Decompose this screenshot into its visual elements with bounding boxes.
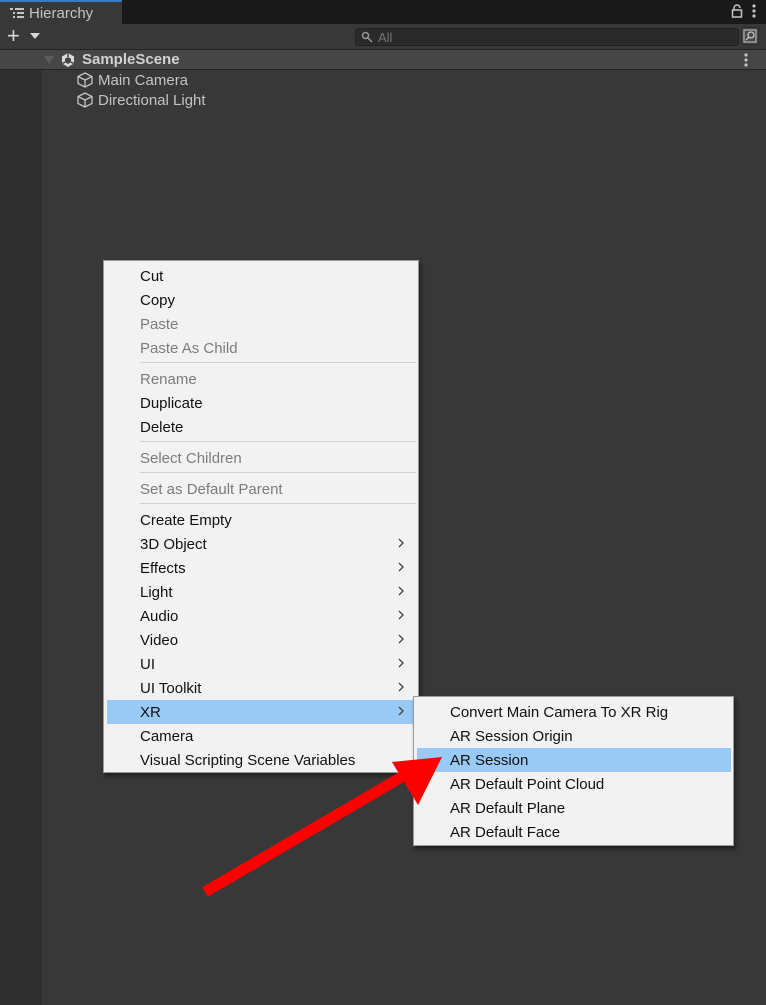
- menu-item-label: Effects: [140, 559, 186, 577]
- menu-item-label: 3D Object: [140, 535, 207, 553]
- submenu-item-ar-default-point-cloud[interactable]: AR Default Point Cloud: [417, 772, 731, 796]
- hierarchy-toolbar: +: [0, 24, 766, 50]
- chevron-right-icon: [398, 682, 404, 692]
- menu-item-xr[interactable]: XR: [107, 700, 415, 724]
- unity-scene-icon: [61, 53, 75, 67]
- menu-item-audio[interactable]: Audio: [107, 604, 415, 628]
- hierarchy-item-directional-light[interactable]: Directional Light: [76, 90, 206, 110]
- menu-separator: [140, 503, 416, 504]
- chevron-right-icon: [398, 562, 404, 572]
- menu-item-label: Select Children: [140, 449, 242, 467]
- hierarchy-list-icon: [10, 8, 24, 18]
- submenu-item-label: AR Session: [450, 751, 529, 769]
- chevron-right-icon: [398, 658, 404, 668]
- tab-title: Hierarchy: [29, 4, 94, 22]
- menu-item-label: Cut: [140, 267, 164, 285]
- submenu-item-label: AR Default Face: [450, 823, 561, 841]
- menu-item-duplicate[interactable]: Duplicate: [107, 391, 415, 415]
- search-scene-button[interactable]: [741, 27, 759, 45]
- hierarchy-item-label: Directional Light: [98, 91, 206, 109]
- context-menu: Cut Copy Paste Paste As Child Rename Dup…: [103, 260, 419, 773]
- chevron-right-icon: [398, 634, 404, 644]
- xr-submenu: Convert Main Camera To XR Rig AR Session…: [413, 696, 734, 846]
- menu-item-create-empty[interactable]: Create Empty: [107, 508, 415, 532]
- submenu-item-label: AR Session Origin: [450, 727, 573, 745]
- menu-item-label: Light: [140, 583, 173, 601]
- menu-item-label: Set as Default Parent: [140, 480, 283, 498]
- chevron-right-icon: [398, 610, 404, 620]
- chevron-right-icon: [398, 586, 404, 596]
- menu-item-rename: Rename: [107, 367, 415, 391]
- menu-item-delete[interactable]: Delete: [107, 415, 415, 439]
- menu-item-visual-scripting-scene-variables[interactable]: Visual Scripting Scene Variables: [107, 748, 415, 772]
- hierarchy-gutter: [0, 70, 42, 1005]
- window-tab-bar: Hierarchy: [0, 0, 766, 24]
- search-icon: [361, 31, 373, 43]
- menu-separator: [140, 441, 416, 442]
- submenu-item-ar-session-origin[interactable]: AR Session Origin: [417, 724, 731, 748]
- hierarchy-item-main-camera[interactable]: Main Camera: [76, 70, 188, 90]
- menu-item-light[interactable]: Light: [107, 580, 415, 604]
- submenu-item-ar-default-plane[interactable]: AR Default Plane: [417, 796, 731, 820]
- search-field[interactable]: [355, 28, 739, 46]
- chevron-right-icon: [398, 538, 404, 548]
- menu-item-label: UI: [140, 655, 155, 673]
- lock-icon[interactable]: [731, 4, 743, 18]
- scene-more-options-icon[interactable]: [744, 52, 748, 68]
- hierarchy-item-label: Main Camera: [98, 71, 189, 89]
- menu-separator: [140, 472, 416, 473]
- menu-item-label: Delete: [140, 418, 184, 436]
- create-add-button[interactable]: +: [7, 25, 20, 47]
- menu-item-copy[interactable]: Copy: [107, 288, 415, 312]
- search-input[interactable]: [378, 29, 718, 45]
- submenu-item-convert-main-camera-to-xr-rig[interactable]: Convert Main Camera To XR Rig: [417, 700, 731, 724]
- menu-item-select-children: Select Children: [107, 446, 415, 470]
- menu-item-paste: Paste: [107, 312, 415, 336]
- submenu-item-label: AR Default Plane: [450, 799, 566, 817]
- chevron-right-icon: [398, 706, 404, 716]
- expand-arrow-icon[interactable]: [44, 56, 54, 64]
- submenu-item-label: Convert Main Camera To XR Rig: [450, 703, 669, 721]
- menu-item-effects[interactable]: Effects: [107, 556, 415, 580]
- menu-item-video[interactable]: Video: [107, 628, 415, 652]
- search-scene-icon: [743, 29, 757, 43]
- tab-hierarchy[interactable]: Hierarchy: [0, 0, 122, 24]
- submenu-item-label: AR Default Point Cloud: [450, 775, 605, 793]
- menu-item-cut[interactable]: Cut: [107, 264, 415, 288]
- menu-item-label: Rename: [140, 370, 197, 388]
- dropdown-caret-icon[interactable]: [30, 33, 40, 39]
- menu-item-label: Visual Scripting Scene Variables: [140, 751, 356, 769]
- menu-separator: [140, 362, 416, 363]
- menu-item-paste-as-child: Paste As Child: [107, 336, 415, 360]
- menu-item-label: Copy: [140, 291, 176, 309]
- more-options-icon[interactable]: [752, 4, 756, 18]
- submenu-item-ar-default-face[interactable]: AR Default Face: [417, 820, 731, 844]
- scene-name: SampleScene: [82, 51, 180, 68]
- menu-item-ui[interactable]: UI: [107, 652, 415, 676]
- menu-item-label: Audio: [140, 607, 179, 625]
- menu-item-3d-object[interactable]: 3D Object: [107, 532, 415, 556]
- menu-item-set-as-default-parent: Set as Default Parent: [107, 477, 415, 501]
- menu-item-label: Duplicate: [140, 394, 203, 412]
- menu-item-camera[interactable]: Camera: [107, 724, 415, 748]
- scene-header-row[interactable]: SampleScene: [0, 50, 766, 70]
- menu-item-label: Camera: [140, 727, 194, 745]
- menu-item-label: Create Empty: [140, 511, 232, 529]
- plus-icon: +: [7, 23, 20, 48]
- menu-item-label: Video: [140, 631, 179, 649]
- menu-item-label: XR: [140, 703, 161, 721]
- menu-item-label: Paste: [140, 315, 179, 333]
- submenu-item-ar-session[interactable]: AR Session: [417, 748, 731, 772]
- menu-item-ui-toolkit[interactable]: UI Toolkit: [107, 676, 415, 700]
- gameobject-cube-icon: [77, 72, 93, 88]
- menu-item-label: Paste As Child: [140, 339, 238, 357]
- menu-item-label: UI Toolkit: [140, 679, 202, 697]
- gameobject-cube-icon: [77, 92, 93, 108]
